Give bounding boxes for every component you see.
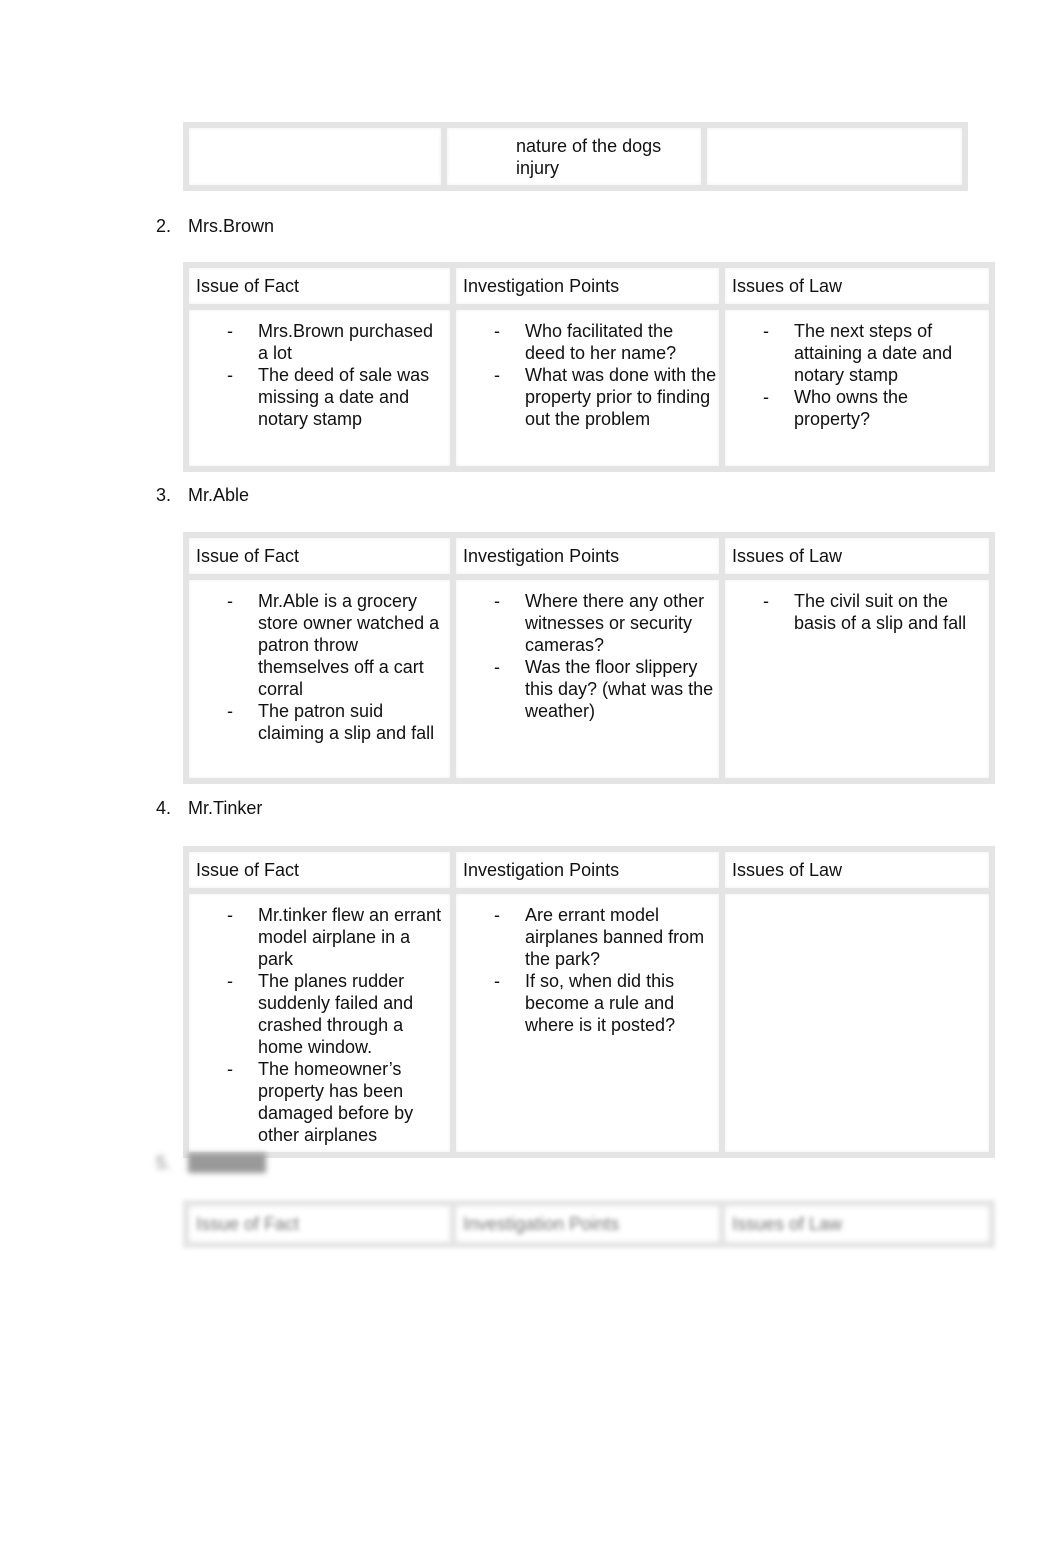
list-item: - The planes rudder suddenly failed and c… (227, 970, 448, 1058)
list-item: - Was the floor slippery this day? (what … (494, 656, 717, 722)
dash-bullet: - (227, 701, 233, 721)
cell: - Mrs.Brown purchased a lot - The deed of s… (183, 304, 456, 472)
header-investigation-points: Investigation Points (450, 532, 725, 580)
list-item: - Mrs.Brown purchased a lot (227, 320, 448, 364)
section-number: 3. (156, 485, 172, 505)
list-item-text: Mr.Able is a grocery store owner watched… (258, 591, 440, 699)
cell (183, 122, 447, 191)
list-item: - The patron suid claiming a slip and fal… (227, 700, 448, 744)
cell (719, 888, 995, 1158)
section-name: Mrs.Brown (188, 216, 275, 236)
list-item: - Mr.tinker flew an errant model airplane… (227, 904, 448, 970)
header-issue-of-fact: Issue of Fact (183, 262, 456, 310)
list-item-text: Who facilitated the deed to her name? (525, 321, 677, 363)
table-section-4: Issue of Fact Investigation Points Issues … (183, 846, 995, 1158)
dash-bullet: - (227, 321, 233, 341)
list-item: - Who facilitated the deed to her name? (494, 320, 717, 364)
list-item: - Who owns the property? (763, 386, 987, 430)
section-name: Mr.Tinker (188, 798, 263, 818)
table-section-2: Issue of Fact Investigation Points Issues … (183, 262, 995, 472)
dash-bullet: - (227, 365, 233, 385)
dash-bullet: - (227, 971, 233, 991)
header-investigation-points: Investigation Points (450, 846, 725, 894)
list-item-text: The civil suit on the basis of a slip an… (794, 591, 967, 633)
list-item: - The civil suit on the basis of a slip a… (763, 590, 987, 634)
list-item-text: The planes rudder suddenly failed and cr… (258, 971, 414, 1057)
list-item-text: Mrs.Brown purchased a lot (258, 321, 434, 363)
cell: - The civil suit on the basis of a slip a… (719, 574, 995, 784)
header-issue-of-fact: Issue of Fact (183, 532, 456, 580)
section-heading-3: 3. Mr.Able (156, 484, 249, 506)
section-heading-5: 5.Mr. Xxxxx (156, 1152, 267, 1174)
list-item: - What was done with the property prior t… (494, 364, 717, 430)
dash-bullet: - (494, 365, 500, 385)
list-item-text: The next steps of attaining a date and n… (794, 321, 953, 385)
dash-bullet: - (227, 1059, 233, 1079)
header-issues-of-law: Issues of Law (719, 846, 995, 894)
section-heading-4: 4. Mr.Tinker (156, 797, 262, 819)
section-number: 4. (156, 798, 172, 818)
dash-bullet: - (763, 321, 769, 341)
list-item-text: What was done with the property prior to… (525, 365, 717, 429)
cell-text: nature of the dogs injury (516, 136, 662, 178)
list-item: - Where there any other witnesses or secu… (494, 590, 717, 656)
table-section-5: Issue of Fact Investigation Points Issue… (183, 1200, 995, 1248)
header-issue-of-fact: Issue of Fact (183, 1200, 456, 1248)
cell: - The next steps of attaining a date and … (719, 304, 995, 472)
cell (701, 122, 968, 191)
table-section-3: Issue of Fact Investigation Points Issues … (183, 532, 995, 784)
dash-bullet: - (494, 657, 500, 677)
list-item: - Mr.Able is a grocery store owner watche… (227, 590, 448, 700)
list-item: - Are errant model airplanes banned from … (494, 904, 717, 970)
header-investigation-points: Investigation Points (450, 262, 725, 310)
section-name: Mr.Able (188, 485, 250, 505)
list-item-text: Where there any other witnesses or secur… (525, 591, 705, 655)
dash-bullet: - (494, 591, 500, 611)
dash-bullet: - (227, 905, 233, 925)
cell: - Where there any other witnesses or secu… (450, 574, 725, 784)
table-section-1-continued: nature of the dogs injury (183, 122, 968, 191)
section-heading-2: 2. Mrs.Brown (156, 215, 274, 237)
list-item-text: The deed of sale was missing a date and … (258, 365, 430, 429)
section-number: 2. (156, 216, 172, 236)
dash-bullet: - (763, 387, 769, 407)
list-item: - The homeowner’s property has been damag… (227, 1058, 448, 1146)
dash-bullet: - (494, 905, 500, 925)
list-item-text: Was the floor slippery this day? (what w… (525, 657, 714, 721)
cell: - Are errant model airplanes banned from … (450, 888, 725, 1158)
dash-bullet: - (227, 591, 233, 611)
list-item-text: Are errant model airplanes banned from t… (525, 905, 705, 969)
cell: - Who facilitated the deed to her name? - W… (450, 304, 725, 472)
header-issue-of-fact: Issue of Fact (183, 846, 456, 894)
list-item: - The deed of sale was missing a date and… (227, 364, 448, 430)
cell: nature of the dogs injury (441, 122, 707, 191)
dash-bullet: - (763, 591, 769, 611)
cell: - Mr.Able is a grocery store owner watche… (183, 574, 456, 784)
header-issues-of-law: Issues of Law (719, 1200, 995, 1248)
dash-bullet: - (494, 321, 500, 341)
header-investigation-points: Investigation Points (450, 1200, 725, 1248)
list-item-text: The patron suid claiming a slip and fall (258, 701, 435, 743)
list-item-text: Who owns the property? (794, 387, 909, 429)
cell: - Mr.tinker flew an errant model airplane… (183, 888, 456, 1158)
list-item: - The next steps of attaining a date and … (763, 320, 987, 386)
dash-bullet: - (494, 971, 500, 991)
list-item-text: Mr.tinker flew an errant model airplane … (258, 905, 442, 969)
header-issues-of-law: Issues of Law (719, 262, 995, 310)
list-item: - If so, when did this become a rule and … (494, 970, 717, 1036)
header-issues-of-law: Issues of Law (719, 532, 995, 580)
list-item-text: If so, when did this become a rule and w… (525, 971, 676, 1035)
list-item-text: The homeowner’s property has been damage… (258, 1059, 414, 1145)
